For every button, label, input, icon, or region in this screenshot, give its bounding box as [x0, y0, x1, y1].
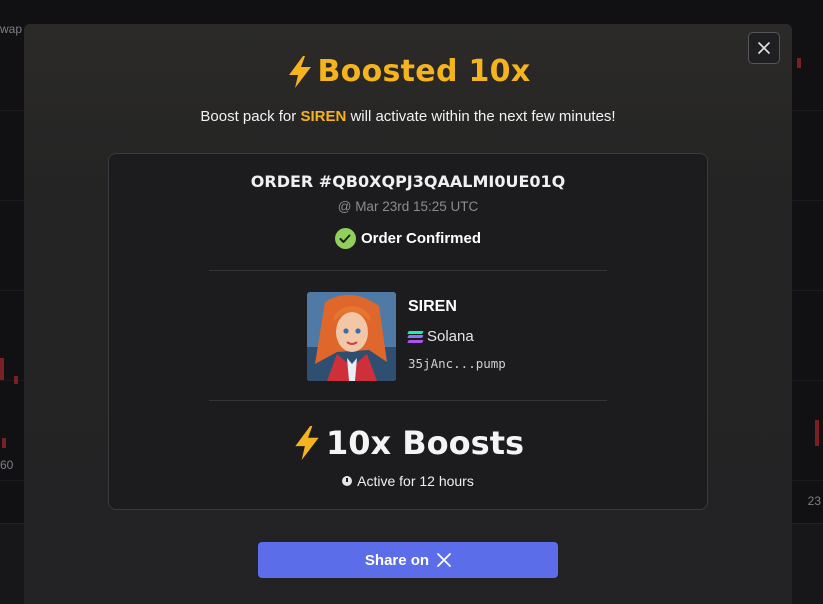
bg-candle: [0, 358, 4, 380]
token-chain: Solana: [407, 328, 506, 345]
bg-price-label: 60: [0, 458, 14, 472]
bg-tab-label: wap: [0, 22, 23, 36]
bg-candle: [2, 438, 6, 448]
boosts-summary: 10x Boosts: [109, 424, 707, 462]
bg-candle: [815, 420, 819, 446]
active-duration: Active for 12 hours: [109, 473, 707, 489]
solana-icon: [407, 330, 424, 343]
lightning-bolt-icon: [288, 55, 311, 88]
order-card: ORDER #QB0XQPJ3QAALMI0UE01Q @ Mar 23rd 1…: [108, 153, 708, 510]
token-chain-label: Solana: [427, 328, 474, 345]
boosts-count: 10x Boosts: [325, 424, 525, 462]
bg-time-label: 23: [807, 494, 821, 508]
subtitle-suffix: will activate within the next few minute…: [350, 108, 616, 125]
order-status-label: Order Confirmed: [360, 230, 481, 247]
lightning-bolt-icon: [295, 426, 319, 460]
divider: [209, 400, 607, 401]
active-duration-label: Active for 12 hours: [357, 473, 474, 489]
token-address[interactable]: 35jAnc...pump: [408, 356, 506, 371]
subtitle-token-name: SIREN: [300, 108, 347, 125]
subtitle-prefix: Boost pack for: [200, 108, 297, 125]
share-on-x-button[interactable]: Share on: [258, 542, 558, 578]
clock-icon: [342, 476, 353, 486]
order-timestamp: @ Mar 23rd 15:25 UTC: [337, 199, 479, 214]
check-circle-icon: [334, 228, 356, 249]
token-info: SIREN Solana 35jAnc...pump: [407, 292, 506, 381]
token-avatar: [307, 292, 396, 381]
x-logo-icon: [437, 553, 451, 567]
bg-candle: [14, 376, 18, 384]
modal-subtitle: Boost pack for SIREN will activate withi…: [24, 108, 792, 125]
boost-confirmation-modal: Boosted 10x Boost pack for SIREN will ac…: [24, 24, 792, 604]
divider: [209, 270, 607, 271]
close-icon: [758, 42, 770, 54]
token-summary: SIREN Solana 35jAnc...pump: [307, 292, 506, 381]
modal-title-row: Boosted 10x: [24, 54, 792, 89]
bg-candle: [797, 58, 801, 68]
share-button-label: Share on: [364, 551, 430, 569]
order-status: Order Confirmed: [109, 228, 707, 249]
token-name: SIREN: [408, 298, 457, 315]
order-id: ORDER #QB0XQPJ3QAALMI0UE01Q: [250, 172, 566, 191]
modal-title: Boosted 10x: [317, 54, 531, 89]
